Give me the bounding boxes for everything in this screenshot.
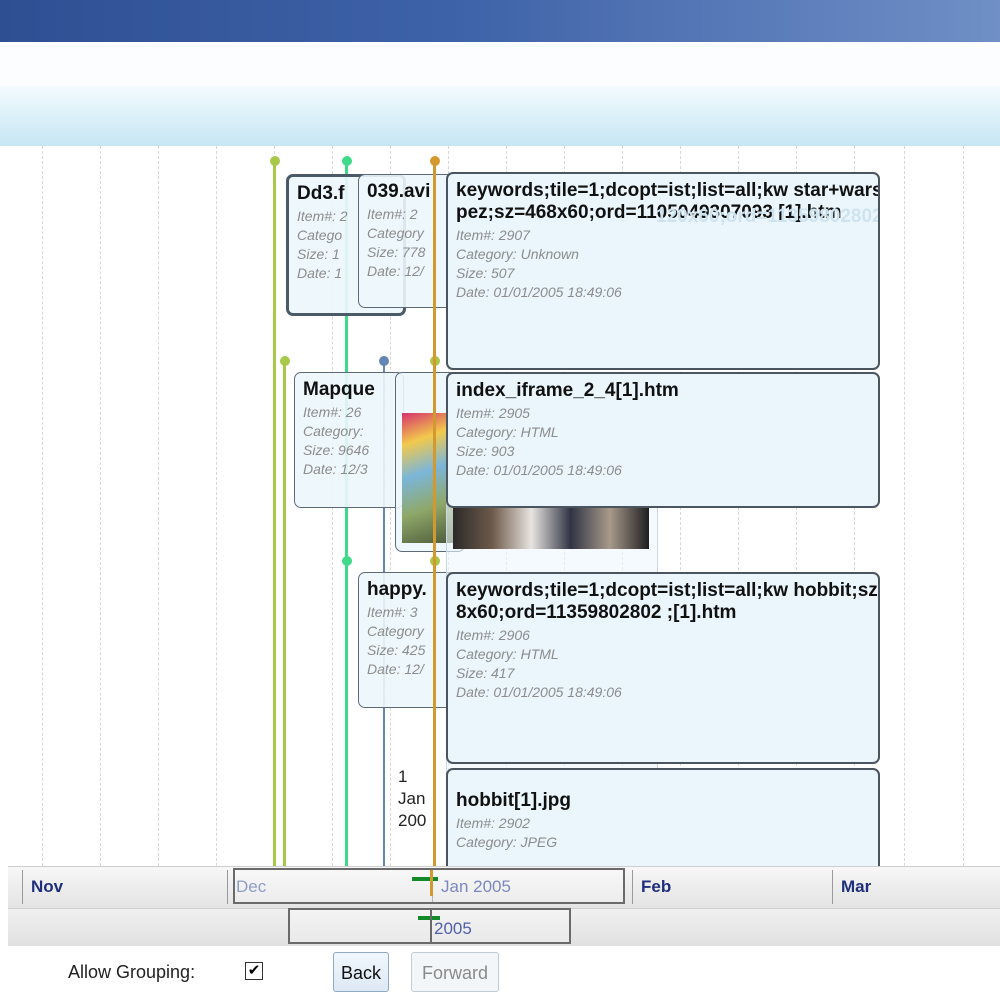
card-item: Item#: 2902 [456, 815, 530, 831]
month-feb[interactable]: Feb [632, 870, 832, 904]
gridline [963, 146, 964, 866]
card-size: Size: 903 [456, 443, 515, 459]
card-item: Item#: 2 [367, 206, 418, 222]
month-nov[interactable]: Nov [22, 870, 227, 904]
event-dot[interactable] [342, 156, 352, 166]
event-card-happy[interactable]: happy. Item#: 3 Category Size: 425 Date:… [358, 572, 458, 708]
allow-grouping-label: Allow Grouping: [68, 962, 196, 982]
gridline [158, 146, 159, 866]
event-dot[interactable] [342, 556, 352, 566]
card-date: Date: 01/01/2005 18:49:06 [456, 284, 622, 300]
card-title: Mapque [303, 379, 375, 400]
ghost-text: 120x60;ord=11359802802 [656, 206, 880, 227]
gridline [904, 146, 905, 866]
current-position-marker [412, 877, 438, 881]
event-stem [283, 360, 286, 866]
card-item: Item#: 2907 [456, 227, 530, 243]
event-card-keywords-star-wars[interactable]: keywords;tile=1;dcopt=ist;list=all;kw st… [446, 172, 880, 370]
card-category: Category: HTML [456, 424, 559, 440]
visible-range-highlight[interactable] [233, 868, 625, 904]
card-size: Size: 425 [367, 642, 426, 658]
card-category: Category: [303, 423, 364, 439]
group-label: 1 Jan 200 [398, 767, 427, 830]
event-stem [273, 160, 276, 866]
event-card-keywords-hobbit[interactable]: keywords;tile=1;dcopt=ist;list=all;kw ho… [446, 572, 880, 764]
month-mar[interactable]: Mar [832, 870, 1000, 904]
card-category: Category [367, 225, 424, 241]
event-card-039-avi[interactable]: 039.avi Item#: 2 Category Size: 778 Date… [358, 174, 458, 308]
event-dot[interactable] [280, 356, 290, 366]
card-item: Item#: 3 [367, 604, 418, 620]
card-date: Date: 12/ [367, 661, 424, 677]
year-position-line [430, 910, 432, 944]
card-date: Date: 01/01/2005 18:49:06 [456, 684, 622, 700]
card-title: happy. [367, 579, 427, 600]
event-card-hobbit-jpg[interactable]: hobbit[1].jpg Item#: 2902 Category: JPEG [446, 768, 880, 866]
card-title: keywords;tile=1;dcopt=ist;list=all;kw ho… [456, 580, 880, 623]
card-size: Size: 778 [367, 244, 426, 260]
gridline [42, 146, 43, 866]
card-category: Category [367, 623, 424, 639]
card-date: Date: 12/3 [303, 461, 368, 477]
card-category: Category: JPEG [456, 834, 558, 850]
event-dot[interactable] [379, 356, 389, 366]
event-stem [433, 160, 436, 866]
card-category: Category: Unknown [456, 246, 579, 262]
card-size: Size: 507 [456, 265, 515, 281]
gridline [216, 146, 217, 866]
card-date: Date: 12/ [367, 263, 424, 279]
card-item: Item#: 2905 [456, 405, 530, 421]
card-title: hobbit[1].jpg [456, 790, 572, 811]
event-card-mapquest[interactable]: Mapque Item#: 26 Category: Size: 9646 Da… [294, 372, 404, 508]
card-item: Item#: 2906 [456, 627, 530, 643]
allow-grouping-checkbox[interactable]: ✔ [245, 962, 263, 980]
card-title: index_iframe_2_4[1].htm [456, 380, 679, 401]
forward-button[interactable]: Forward [411, 952, 499, 992]
timeline-canvas[interactable]: Dd3.f Item#: 2 Catego Size: 1 Date: 1 03… [8, 146, 1000, 866]
current-position-line [430, 870, 433, 896]
gridline [100, 146, 101, 866]
toolbar-area [0, 42, 1000, 87]
card-title: 039.avi [367, 181, 431, 202]
card-item: Item#: 26 [303, 404, 362, 420]
event-card-index-iframe[interactable]: index_iframe_2_4[1].htm Item#: 2905 Cate… [446, 372, 880, 508]
card-category: Category: HTML [456, 646, 559, 662]
card-date: Date: 01/01/2005 18:49:06 [456, 462, 622, 478]
card-size: Size: 9646 [303, 442, 370, 458]
year-position-marker [418, 916, 440, 920]
event-dot[interactable] [270, 156, 280, 166]
back-button[interactable]: Back [333, 952, 389, 992]
timeline-header [0, 86, 1000, 146]
card-size: Size: 417 [456, 665, 515, 681]
title-bar [0, 0, 1000, 42]
